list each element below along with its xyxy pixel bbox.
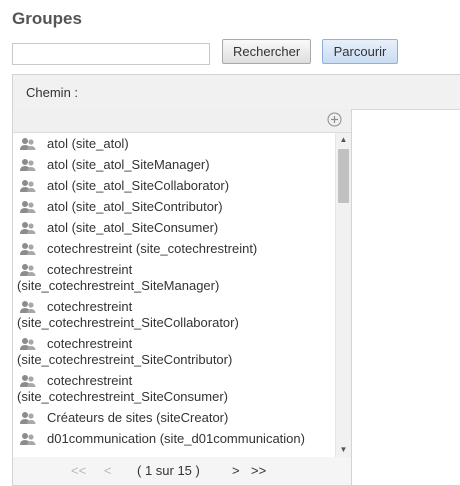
- scroll-up-arrow-icon[interactable]: ▲: [336, 133, 351, 147]
- group-item-label-continued: (site_cotechrestreint_SiteManager): [17, 278, 220, 293]
- group-item-label-continued: (site_cotechrestreint_SiteConsumer): [17, 389, 228, 404]
- group-item-label: cotechrestreint (site_cotechrestreint): [47, 241, 258, 256]
- add-circle-icon[interactable]: [327, 112, 342, 127]
- group-list-item[interactable]: Créateurs de sites (siteCreator): [13, 407, 335, 428]
- group-list-item[interactable]: atol (site_atol_SiteCollaborator): [13, 175, 335, 196]
- group-list-item[interactable]: d01communication (site_d01communication): [13, 428, 335, 449]
- group-item-label: cotechrestreint: [47, 299, 133, 314]
- group-item-label-continued: (site_cotechrestreint_SiteContributor): [17, 352, 233, 367]
- group-item-label: atol (site_atol_SiteManager): [47, 157, 210, 172]
- group-list-item[interactable]: atol (site_atol_SiteManager): [13, 154, 335, 175]
- group-icon: [19, 373, 37, 389]
- group-item-label: cotechrestreint: [47, 336, 133, 351]
- page-title: Groupes: [12, 9, 82, 28]
- pager-last[interactable]: >>: [251, 463, 266, 478]
- pager-prev[interactable]: <: [104, 463, 112, 478]
- group-icon: [19, 136, 37, 152]
- group-icon: [19, 410, 37, 426]
- group-item-label: atol (site_atol_SiteCollaborator): [47, 178, 230, 193]
- group-list: atol (site_atol)atol (site_atol_SiteMana…: [13, 133, 335, 457]
- pager-first[interactable]: <<: [71, 463, 86, 478]
- search-input[interactable]: [12, 43, 210, 65]
- group-list-item[interactable]: cotechrestreint (site_cotechrestreint_Sit…: [13, 370, 335, 407]
- group-icon: [19, 431, 37, 447]
- group-item-label: cotechrestreint: [47, 262, 133, 277]
- scroll-thumb[interactable]: [338, 149, 349, 203]
- group-item-label: d01communication (site_d01communication): [47, 431, 305, 446]
- path-label: Chemin :: [26, 85, 79, 100]
- pager-next[interactable]: >: [232, 463, 240, 478]
- list-scrollbar[interactable]: ▲ ▼: [335, 133, 351, 457]
- group-list-item[interactable]: cotechrestreint (site_cotechrestreint_Sit…: [13, 296, 335, 333]
- group-icon: [19, 220, 37, 236]
- group-item-label: atol (site_atol_SiteConsumer): [47, 220, 219, 235]
- list-toolbar: [13, 109, 351, 133]
- group-icon: [19, 178, 37, 194]
- group-list-item[interactable]: atol (site_atol_SiteContributor): [13, 196, 335, 217]
- group-list-item[interactable]: cotechrestreint (site_cotechrestreint_Sit…: [13, 333, 335, 370]
- group-icon: [19, 299, 37, 315]
- browse-button[interactable]: Parcourir: [322, 39, 398, 64]
- group-icon: [19, 262, 37, 278]
- scroll-down-arrow-icon[interactable]: ▼: [336, 443, 351, 457]
- search-button[interactable]: Rechercher: [222, 39, 311, 64]
- group-list-item[interactable]: cotechrestreint (site_cotechrestreint_Sit…: [13, 259, 335, 296]
- results-panel: atol (site_atol)atol (site_atol_SiteMana…: [13, 109, 352, 486]
- pager-status: ( 1 sur 15 ): [137, 463, 200, 478]
- group-item-label: cotechrestreint: [47, 373, 133, 388]
- pager: << < ( 1 sur 15 ) > >>: [13, 457, 351, 485]
- group-icon: [19, 199, 37, 215]
- group-icon: [19, 157, 37, 173]
- group-item-label: atol (site_atol_SiteContributor): [47, 199, 223, 214]
- group-list-item[interactable]: atol (site_atol): [13, 133, 335, 154]
- path-bar: Chemin :: [13, 75, 460, 110]
- group-icon: [19, 336, 37, 352]
- group-item-label: Créateurs de sites (siteCreator): [47, 410, 229, 425]
- group-list-item[interactable]: atol (site_atol_SiteConsumer): [13, 217, 335, 238]
- group-item-label-continued: (site_cotechrestreint_SiteCollaborator): [17, 315, 239, 330]
- group-item-label: atol (site_atol): [47, 136, 129, 151]
- picker-panel: Chemin : atol (site_atol) atol (site_atol…: [12, 74, 460, 486]
- group-icon: [19, 241, 37, 257]
- group-list-item[interactable]: cotechrestreint (site_cotechrestreint): [13, 238, 335, 259]
